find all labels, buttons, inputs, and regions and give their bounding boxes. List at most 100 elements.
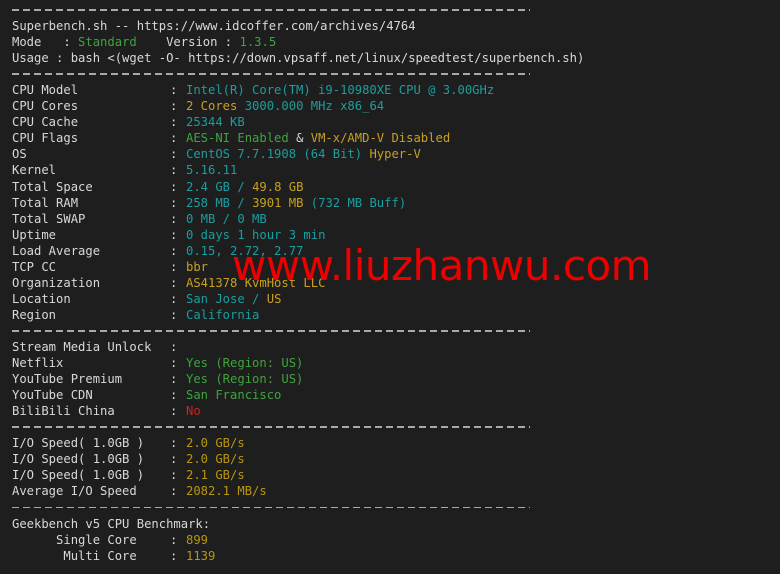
stream-media-row: YouTube Premium:Yes (Region: US) — [0, 371, 780, 387]
system-info-value-part: 5.16.11 — [186, 163, 237, 177]
geekbench-value: 899 — [186, 532, 208, 548]
system-info-value: AS41378 KvmHost LLC — [186, 275, 325, 291]
geekbench-value-part: 1139 — [186, 549, 215, 563]
stream-media-row: Netflix:Yes (Region: US) — [0, 355, 780, 371]
system-info-row: Total Space:2.4 GB / 49.8 GB — [0, 179, 780, 195]
system-info-row: OS:CentOS 7.7.1908 (64 Bit) Hyper-V — [0, 146, 780, 162]
system-info-row: CPU Cache:25344 KB — [0, 114, 780, 130]
system-info-label: CPU Cores — [12, 98, 170, 114]
io-speed-label: I/O Speed( 1.0GB ) — [12, 467, 170, 483]
io-speed-value-part: 2.0 GB/s — [186, 452, 245, 466]
system-info-value-part: VM-x/AMD-V Disabled — [311, 131, 450, 145]
system-info-label: OS — [12, 146, 170, 162]
system-info-value: 2.4 GB / 49.8 GB — [186, 179, 303, 195]
system-info-colon: : — [170, 307, 186, 323]
io-speed-value: 2.1 GB/s — [186, 467, 245, 483]
io-speed-row: I/O Speed( 1.0GB ):2.0 GB/s — [0, 451, 780, 467]
system-info-value-part: / — [252, 292, 267, 306]
system-info-label: Organization — [12, 275, 170, 291]
system-info-colon: : — [170, 114, 186, 130]
system-info-label: CPU Flags — [12, 130, 170, 146]
stream-media-value-part: Yes (Region: US) — [186, 356, 303, 370]
system-info-row: Uptime:0 days 1 hour 3 min — [0, 227, 780, 243]
system-info-value: San Jose / US — [186, 291, 281, 307]
io-speed-value: 2082.1 MB/s — [186, 483, 267, 499]
system-info-value-part: 0.15, 2.72, 2.77 — [186, 244, 303, 258]
geekbench-value: 1139 — [186, 548, 215, 564]
stream-media-colon: : — [170, 355, 186, 371]
system-info-value: California — [186, 307, 259, 323]
io-speed-value: 2.0 GB/s — [186, 451, 245, 467]
system-info-row: CPU Model:Intel(R) Core(TM) i9-10980XE C… — [0, 82, 780, 98]
system-info-colon: : — [170, 179, 186, 195]
stream-media-label: Stream Media Unlock — [12, 339, 170, 355]
system-info-label: Total SWAP — [12, 211, 170, 227]
io-speed-row: I/O Speed( 1.0GB ):2.1 GB/s — [0, 467, 780, 483]
system-info-value-part: / — [237, 180, 252, 194]
system-info-value-part: 49.8 GB — [252, 180, 303, 194]
io-speed-colon: : — [170, 483, 186, 499]
system-info-label: CPU Model — [12, 82, 170, 98]
system-info-colon: : — [170, 195, 186, 211]
system-info-value-part: 0 days 1 hour 3 min — [186, 228, 325, 242]
system-info-value-part: AES-NI Enabled — [186, 131, 296, 145]
system-info-label: Location — [12, 291, 170, 307]
system-info-value-part: 2 Cores — [186, 99, 245, 113]
mode-label: Mode : — [12, 35, 78, 49]
separator-after-system — [0, 323, 780, 339]
system-info-label: CPU Cache — [12, 114, 170, 130]
version-label: Version : — [137, 35, 240, 49]
system-info-value-part: (732 MB Buff) — [311, 196, 406, 210]
stream-media-row: YouTube CDN:San Francisco — [0, 387, 780, 403]
system-info-colon: : — [170, 243, 186, 259]
system-info-value-part: Intel(R) Core(TM) i9-10980XE CPU @ 3.00G… — [186, 83, 494, 97]
io-speed-value-part: 2.0 GB/s — [186, 436, 245, 450]
geekbench-title: Geekbench v5 CPU Benchmark: — [0, 516, 780, 532]
io-speed-value: 2.0 GB/s — [186, 435, 245, 451]
system-info-value-part: AS41378 KvmHost LLC — [186, 276, 325, 290]
system-info-colon: : — [170, 146, 186, 162]
io-speed-colon: : — [170, 467, 186, 483]
stream-media-label: YouTube CDN — [12, 387, 170, 403]
separator-after-io — [0, 499, 780, 515]
system-info-value-part: 3000.000 MHz x86_64 — [245, 99, 384, 113]
system-info-colon: : — [170, 162, 186, 178]
system-info-row: CPU Flags:AES-NI Enabled & VM-x/AMD-V Di… — [0, 130, 780, 146]
system-info-colon: : — [170, 211, 186, 227]
system-info-value-part: San Jose — [186, 292, 252, 306]
system-info-value: 0 MB / 0 MB — [186, 211, 267, 227]
stream-media-label: Netflix — [12, 355, 170, 371]
io-speed-label: I/O Speed( 1.0GB ) — [12, 435, 170, 451]
stream-media-colon: : — [170, 387, 186, 403]
system-info-label: Region — [12, 307, 170, 323]
stream-media-row: BiliBili China:No — [0, 403, 780, 419]
system-info-value-part: 0 MB / 0 MB — [186, 212, 267, 226]
geekbench-section: Single Core:899 Multi Core:1139 — [0, 532, 780, 564]
io-speed-value-part: 2082.1 MB/s — [186, 484, 267, 498]
system-info-label: Uptime — [12, 227, 170, 243]
system-info-value: 25344 KB — [186, 114, 245, 130]
system-info-row: Total SWAP:0 MB / 0 MB — [0, 211, 780, 227]
system-info-value-part: 258 MB — [186, 196, 237, 210]
terminal-window: Superbench.sh -- https://www.idcoffer.co… — [0, 0, 780, 574]
system-info-label: TCP CC — [12, 259, 170, 275]
stream-media-colon: : — [170, 371, 186, 387]
system-info-value: 5.16.11 — [186, 162, 237, 178]
system-info-label: Total RAM — [12, 195, 170, 211]
header-mode-line: Mode : Standard Version : 1.3.5 — [0, 34, 780, 50]
system-info-colon: : — [170, 98, 186, 114]
io-speed-colon: : — [170, 451, 186, 467]
system-info-value: 0 days 1 hour 3 min — [186, 227, 325, 243]
system-info-value-part: & — [296, 131, 311, 145]
stream-media-colon: : — [170, 339, 186, 355]
stream-media-value: No — [186, 403, 201, 419]
system-info-colon: : — [170, 275, 186, 291]
geekbench-label: Single Core — [12, 532, 170, 548]
system-info-row: TCP CC:bbr — [0, 259, 780, 275]
stream-media-row: Stream Media Unlock: — [0, 339, 780, 355]
io-speed-colon: : — [170, 435, 186, 451]
system-info-value-part: bbr — [186, 260, 208, 274]
stream-media-value: Yes (Region: US) — [186, 355, 303, 371]
header-title-line: Superbench.sh -- https://www.idcoffer.co… — [0, 18, 780, 34]
stream-media-section: Stream Media Unlock:Netflix:Yes (Region:… — [0, 339, 780, 419]
